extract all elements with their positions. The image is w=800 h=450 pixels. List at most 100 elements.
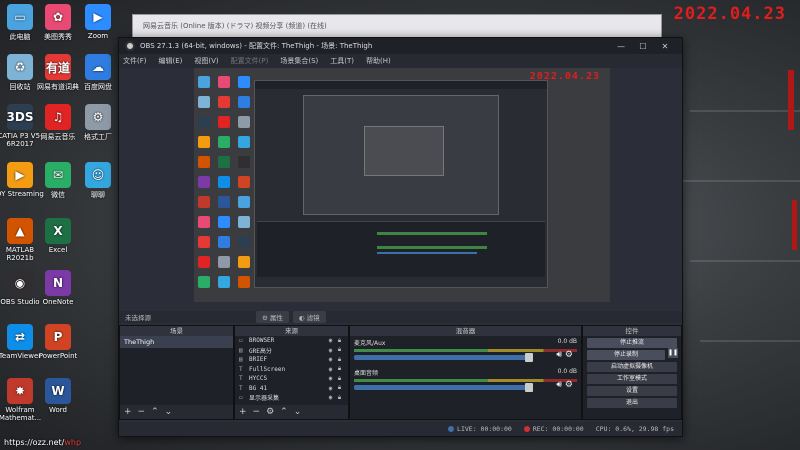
preview-format-factory-icon — [238, 116, 250, 128]
move-down-icon[interactable]: ⌄ — [294, 407, 302, 417]
fader-knob[interactable] — [525, 353, 533, 362]
source-item[interactable]: T BG 41 ◉ 🔒︎ — [235, 384, 348, 394]
desktop-icon[interactable]: X Excel — [30, 218, 86, 254]
scene-item[interactable]: TheThigh — [120, 336, 233, 348]
maximize-icon[interactable]: ☐ — [632, 42, 654, 51]
gear-icon[interactable]: ⚙ — [565, 350, 573, 360]
live-icon — [448, 426, 455, 432]
lock-icon[interactable]: 🔒︎ — [335, 384, 344, 392]
visibility-eye-icon[interactable]: ◉ — [326, 385, 335, 392]
preview-catia-icon — [198, 116, 210, 128]
menu-scene-collection[interactable]: 场景集合(S) — [280, 56, 318, 66]
controls-buttons: 停止推流停止录制启动虚拟摄像机 工作室模式设置退出 — [583, 338, 681, 408]
fader-knob[interactable] — [525, 383, 533, 392]
stop-recording-button[interactable]: 停止录制 — [587, 350, 665, 360]
watermark-url-domain: https://ozz.net/ — [4, 438, 65, 447]
move-down-icon[interactable]: ⌄ — [165, 407, 173, 417]
exit-button[interactable]: 退出 — [587, 398, 677, 408]
minimize-icon[interactable]: — — [610, 42, 632, 51]
menu-edit[interactable]: 编辑(E) — [159, 56, 183, 66]
lock-icon[interactable]: 🔒︎ — [335, 337, 344, 345]
source-name: BG 41 — [249, 384, 268, 392]
wallpaper-streak — [700, 340, 800, 342]
preview-onenote-icon — [198, 176, 210, 188]
preview-wechat-icon — [198, 276, 210, 288]
desktop-icon-label: OneNote — [42, 298, 74, 306]
nested-meter — [377, 246, 487, 249]
wallpaper-red-accent — [792, 200, 797, 250]
move-up-icon[interactable]: ⌃ — [151, 407, 159, 417]
menu-view[interactable]: 视图(V) — [194, 56, 218, 66]
powerpoint-icon: P — [45, 324, 71, 350]
visibility-eye-icon[interactable]: ◉ — [326, 375, 335, 382]
source-item[interactable]: ▭ 显示器采集 ◉ 🔒︎ — [235, 393, 348, 403]
add-source-icon[interactable]: + — [239, 407, 247, 417]
text-source-icon: T — [239, 375, 243, 383]
obs-main-window[interactable]: OBS 27.1.3 (64-bit, windows) - 配置文件: The… — [118, 37, 683, 437]
menu-profile[interactable]: 配置文件(P) — [231, 56, 269, 66]
obs-titlebar[interactable]: OBS 27.1.3 (64-bit, windows) - 配置文件: The… — [119, 38, 682, 54]
visibility-eye-icon[interactable]: ◉ — [326, 394, 335, 401]
background-window[interactable]: 网易云音乐 (Online 版本) (ドラマ) 视频分享 (频道) (在线) — [132, 14, 662, 38]
lock-icon[interactable]: 🔒︎ — [335, 346, 344, 354]
wechat-icon: ✉ — [45, 162, 71, 188]
zoom-icon: ▶ — [85, 4, 111, 30]
remove-source-icon[interactable]: − — [253, 407, 261, 417]
volume-meter — [354, 379, 577, 382]
remove-scene-icon[interactable]: − — [138, 407, 146, 417]
move-up-icon[interactable]: ⌃ — [280, 407, 288, 417]
source-settings-icon[interactable]: ⚙ — [266, 407, 274, 417]
visibility-eye-icon[interactable]: ◉ — [326, 366, 335, 373]
date-stamp: 2022.04.23 — [673, 4, 786, 24]
source-name: GRE高分 — [249, 347, 272, 355]
desktop-icon[interactable]: ▶ Zoom — [70, 4, 126, 40]
start-virtual-camera-button[interactable]: 启动虚拟摄像机 — [587, 362, 677, 372]
source-item[interactable]: T HYCCS ◉ 🔒︎ — [235, 374, 348, 384]
preview-baidu-pan-icon — [218, 236, 230, 248]
menu-help[interactable]: 帮助(H) — [366, 56, 391, 66]
mixer-track-icons: 🔊︎ ⚙ — [556, 380, 573, 390]
desktop-icon[interactable]: W Word — [30, 378, 86, 414]
settings-button[interactable]: 设置 — [587, 386, 677, 396]
source-item[interactable]: ▭ BROWSER ◉ 🔒︎ — [235, 336, 348, 346]
volume-fader[interactable] — [354, 383, 533, 392]
source-item[interactable]: ▤ BRIEF ◉ 🔒︎ — [235, 355, 348, 365]
obs-preview-canvas[interactable]: 2022.04.23 — [194, 68, 610, 302]
properties-button[interactable]: ⚙ 属性 — [256, 311, 289, 323]
preview-chat-icon — [218, 276, 230, 288]
speaker-icon[interactable]: 🔊︎ — [556, 380, 565, 390]
lock-icon[interactable]: 🔒︎ — [335, 375, 344, 383]
menu-tools[interactable]: 工具(T) — [330, 56, 354, 66]
lock-icon[interactable]: 🔒︎ — [335, 356, 344, 364]
speaker-icon[interactable]: 🔊︎ — [556, 350, 565, 360]
studio-mode-button[interactable]: 工作室模式 — [587, 374, 677, 384]
desktop-icon[interactable]: N OneNote — [30, 270, 86, 306]
source-item[interactable]: T FullScreen ◉ 🔒︎ — [235, 365, 348, 375]
add-scene-icon[interactable]: + — [124, 407, 132, 417]
preview-youdao-icon — [218, 96, 230, 108]
lock-icon[interactable]: 🔒︎ — [335, 394, 344, 402]
preview-dy-streaming-icon — [238, 256, 250, 268]
gear-icon[interactable]: ⚙ — [565, 380, 573, 390]
cpu-status: CPU: 0.6%, 29.98 fps — [595, 425, 674, 433]
stop-streaming-button[interactable]: 停止推流 — [587, 338, 677, 348]
lock-icon[interactable]: 🔒︎ — [335, 365, 344, 373]
preview-netease-music-icon — [198, 256, 210, 268]
source-item[interactable]: ▤ GRE高分 ◉ 🔒︎ — [235, 346, 348, 356]
filters-button[interactable]: ◐ 滤镜 — [292, 311, 326, 323]
preview-baidu-pan-icon — [238, 96, 250, 108]
visibility-eye-icon[interactable]: ◉ — [326, 356, 335, 363]
preview-powerpoint-icon — [238, 176, 250, 188]
pause-recording-icon[interactable]: ❚❚ — [668, 348, 678, 358]
desktop-icon[interactable]: P PowerPoint — [30, 324, 86, 360]
menu-file[interactable]: 文件(F) — [123, 56, 147, 66]
preview-matlab-icon — [238, 276, 250, 288]
preview-catia-icon — [238, 236, 250, 248]
mixer-track-header: 麦克风/Aux 0.0 dB — [354, 338, 577, 347]
preview-computer-icon — [238, 196, 250, 208]
visibility-eye-icon[interactable]: ◉ — [326, 337, 335, 344]
close-icon[interactable]: ✕ — [654, 42, 676, 51]
volume-fader[interactable] — [354, 353, 533, 362]
source-toolbar: 未选择源 ⚙ 属性 ◐ 滤镜 — [119, 311, 682, 323]
visibility-eye-icon[interactable]: ◉ — [326, 347, 335, 354]
